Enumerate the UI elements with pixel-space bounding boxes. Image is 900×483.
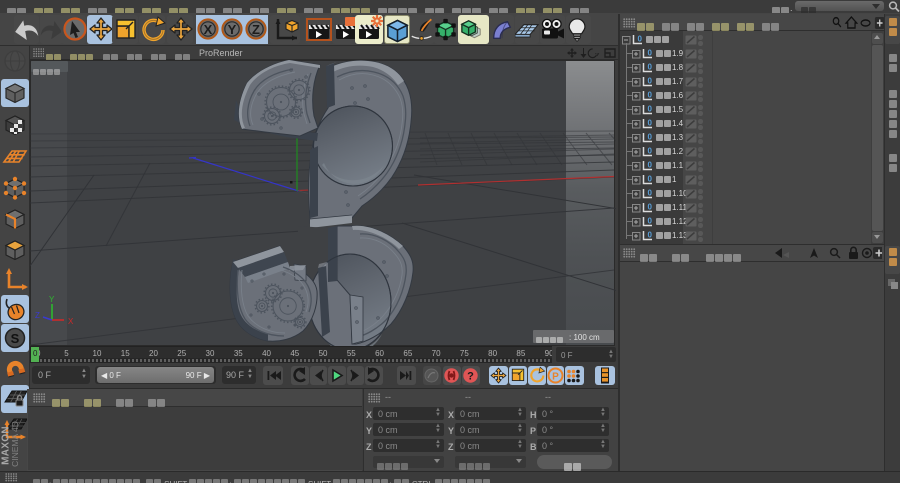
svg-text:70: 70	[432, 349, 441, 358]
svg-text:0: 0	[648, 161, 653, 170]
svg-text:0: 0	[648, 91, 653, 100]
svg-text:15: 15	[121, 349, 130, 358]
svg-text:10: 10	[93, 349, 102, 358]
svg-text:Z: Z	[252, 22, 260, 37]
svg-text:0: 0	[648, 119, 653, 128]
svg-text:55: 55	[347, 349, 356, 358]
svg-text:0: 0	[648, 175, 653, 184]
svg-text:0: 0	[648, 105, 653, 114]
svg-text:0: 0	[648, 147, 653, 156]
svg-text:Z: Z	[35, 311, 40, 320]
svg-text:75: 75	[460, 349, 469, 358]
svg-text:40: 40	[262, 349, 271, 358]
svg-text:X: X	[204, 22, 213, 37]
svg-text:?: ?	[467, 371, 474, 383]
svg-text:5: 5	[64, 349, 69, 358]
svg-text:85: 85	[516, 349, 525, 358]
svg-text:S: S	[11, 331, 20, 346]
svg-text:0: 0	[638, 35, 643, 44]
svg-text:0: 0	[648, 77, 653, 86]
svg-text:0: 0	[648, 63, 653, 72]
svg-text:45: 45	[290, 349, 299, 358]
svg-text:0: 0	[33, 349, 38, 358]
svg-text:25: 25	[177, 349, 186, 358]
svg-text:35: 35	[234, 349, 243, 358]
svg-text:0: 0	[648, 217, 653, 226]
svg-text:X: X	[68, 317, 74, 326]
svg-text:0: 0	[648, 231, 653, 240]
svg-text:Y: Y	[228, 22, 237, 37]
svg-text:0: 0	[648, 133, 653, 142]
svg-text:50: 50	[319, 349, 328, 358]
svg-text:Y: Y	[49, 295, 55, 304]
svg-text:80: 80	[488, 349, 497, 358]
svg-text:60: 60	[375, 349, 384, 358]
svg-text:0: 0	[648, 189, 653, 198]
svg-text:0: 0	[648, 49, 653, 58]
svg-text:65: 65	[403, 349, 412, 358]
svg-text:20: 20	[149, 349, 158, 358]
svg-text:P: P	[552, 372, 559, 383]
svg-text:0: 0	[648, 203, 653, 212]
svg-text:30: 30	[206, 349, 215, 358]
